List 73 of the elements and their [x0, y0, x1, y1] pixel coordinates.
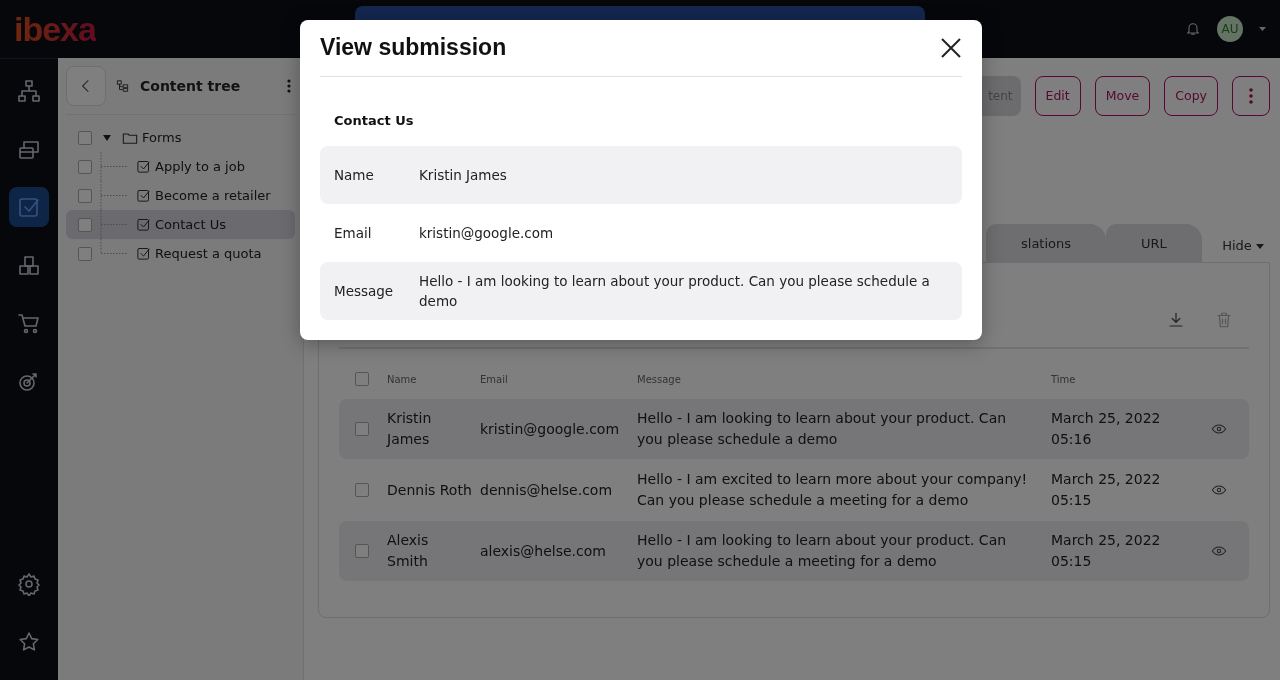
settings-icon — [17, 572, 41, 596]
tree-item[interactable]: Forms — [66, 123, 295, 152]
more-button[interactable] — [1232, 76, 1270, 116]
checkbox-icon — [17, 195, 41, 219]
rail-button[interactable] — [9, 187, 49, 227]
tree-item[interactable]: Apply to a job — [66, 152, 295, 181]
toolbar-button[interactable]: Move — [1094, 76, 1151, 116]
checkbox[interactable] — [355, 372, 369, 386]
trash-icon[interactable] — [1215, 311, 1233, 329]
form-name: Contact Us — [333, 111, 415, 130]
table-cell-text: Hello - I am looking to learn about your product. Can you please schedule a demo — [637, 409, 1008, 449]
modal-title: View submission — [320, 34, 507, 62]
table-cell-text: kristin@google.com — [480, 419, 621, 439]
tree-item[interactable]: Become a retailer — [66, 181, 295, 210]
close-button[interactable] — [940, 36, 962, 59]
column-header: Message — [637, 372, 682, 387]
user-avatar[interactable]: AU — [1217, 16, 1243, 42]
field-value: kristin@google.com — [419, 223, 554, 243]
toolbar-button[interactable]: Edit — [1034, 76, 1081, 116]
more-icon — [1249, 88, 1253, 105]
table-cell-text: March 25, 2022 05:15 — [1051, 531, 1162, 571]
eye-icon[interactable] — [1211, 543, 1227, 559]
table-cell-text: Kristin James — [387, 409, 433, 449]
boxes-icon — [17, 253, 41, 277]
tree-item[interactable]: Contact Us — [66, 210, 295, 239]
table-cell-text: March 25, 2022 05:16 — [1051, 409, 1162, 449]
table-cell-text: Dennis Roth — [387, 480, 473, 500]
checkbox[interactable] — [78, 246, 92, 261]
table-cell-text: alexis@helse.com — [480, 541, 607, 561]
field-label: Email — [334, 223, 373, 243]
caret-icon — [1256, 243, 1264, 249]
tree-item[interactable]: Request a quota — [66, 239, 295, 268]
eye-icon[interactable] — [1211, 482, 1227, 498]
table-cell-text: Alexis Smith — [387, 531, 430, 571]
table-cell-text: Hello - I am looking to learn about your product. Can you please schedule a meeting for a demo — [637, 531, 1008, 571]
sitemap-icon — [17, 79, 41, 103]
checkbox-icon — [136, 188, 151, 203]
checkbox[interactable] — [78, 159, 92, 174]
star-icon — [17, 630, 41, 654]
tab[interactable]: slations — [986, 224, 1107, 262]
checkbox[interactable] — [78, 188, 92, 203]
table-cell-text: dennis@helse.com — [480, 480, 614, 500]
tab[interactable]: URL — [1106, 224, 1202, 262]
checkbox[interactable] — [78, 130, 92, 145]
checkbox[interactable] — [355, 422, 369, 436]
table-cell-text: Hello - I am excited to learn more about your company! Can you please schedule a meeting for a demo — [637, 470, 1029, 510]
checkbox-icon — [136, 217, 151, 232]
caret-icon[interactable] — [1259, 27, 1266, 31]
checkbox-icon — [136, 246, 151, 261]
panel-title: Content tree — [140, 76, 241, 96]
hide-toggle[interactable]: Hide — [1216, 234, 1270, 256]
field-value: Kristin James — [419, 165, 507, 185]
more-icon[interactable] — [287, 79, 291, 93]
checkbox[interactable] — [78, 217, 92, 232]
caret-icon[interactable] — [103, 134, 111, 141]
column-header: Email — [480, 372, 509, 387]
column-header: Name — [387, 372, 418, 387]
checkbox-icon — [136, 159, 151, 174]
field-value: Hello - I am looking to learn about your product. Can you please schedule a demo — [419, 271, 931, 312]
connector-line — [100, 181, 128, 210]
connector-line — [100, 152, 128, 181]
table-cell-text: March 25, 2022 05:15 — [1051, 470, 1162, 510]
tree-icon — [116, 79, 130, 93]
column-header: Time — [1051, 372, 1077, 387]
cart-icon — [17, 311, 41, 335]
bell-icon[interactable] — [1185, 21, 1201, 37]
eye-icon[interactable] — [1211, 421, 1227, 437]
field-label: Name — [334, 165, 375, 185]
checkbox[interactable] — [355, 544, 369, 558]
download-icon[interactable] — [1167, 311, 1185, 329]
field-label: Message — [334, 281, 395, 301]
checkbox[interactable] — [355, 483, 369, 497]
toolbar-button[interactable]: Copy — [1164, 76, 1218, 116]
